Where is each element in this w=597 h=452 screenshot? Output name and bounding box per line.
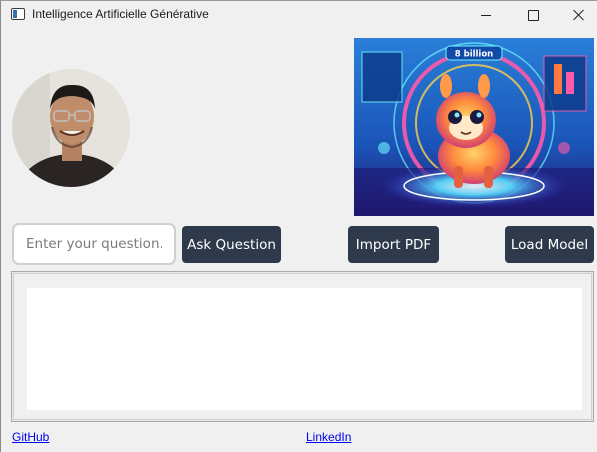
linkedin-link[interactable]: LinkedIn <box>306 430 351 444</box>
close-button[interactable] <box>556 1 597 29</box>
maximize-icon <box>527 9 539 21</box>
close-icon <box>573 9 585 21</box>
github-link[interactable]: GitHub <box>12 430 49 444</box>
question-input[interactable] <box>12 223 176 265</box>
ask-question-button[interactable]: Ask Question <box>182 226 281 263</box>
output-panel <box>11 271 594 422</box>
app-window-icon <box>11 8 25 20</box>
avatar <box>12 69 130 187</box>
banner-image: 8 billion <box>354 38 594 216</box>
import-pdf-button[interactable]: Import PDF <box>348 226 439 263</box>
maximize-button[interactable] <box>510 1 556 29</box>
answer-output-area[interactable] <box>27 288 582 410</box>
title-bar[interactable]: Intelligence Artificielle Générative <box>1 1 597 29</box>
profile-photo <box>12 69 130 187</box>
minimize-icon <box>481 14 491 16</box>
output-panel-inner <box>13 273 592 420</box>
window-title: Intelligence Artificielle Générative <box>32 7 209 21</box>
app-window: Intelligence Artificielle Générative 8 b… <box>0 0 597 452</box>
banner-caption: 8 billion <box>455 50 494 60</box>
llama-mascot-futuristic-banner: 8 billion <box>354 38 594 216</box>
minimize-button[interactable] <box>463 1 509 29</box>
load-model-button[interactable]: Load Model <box>505 226 594 263</box>
